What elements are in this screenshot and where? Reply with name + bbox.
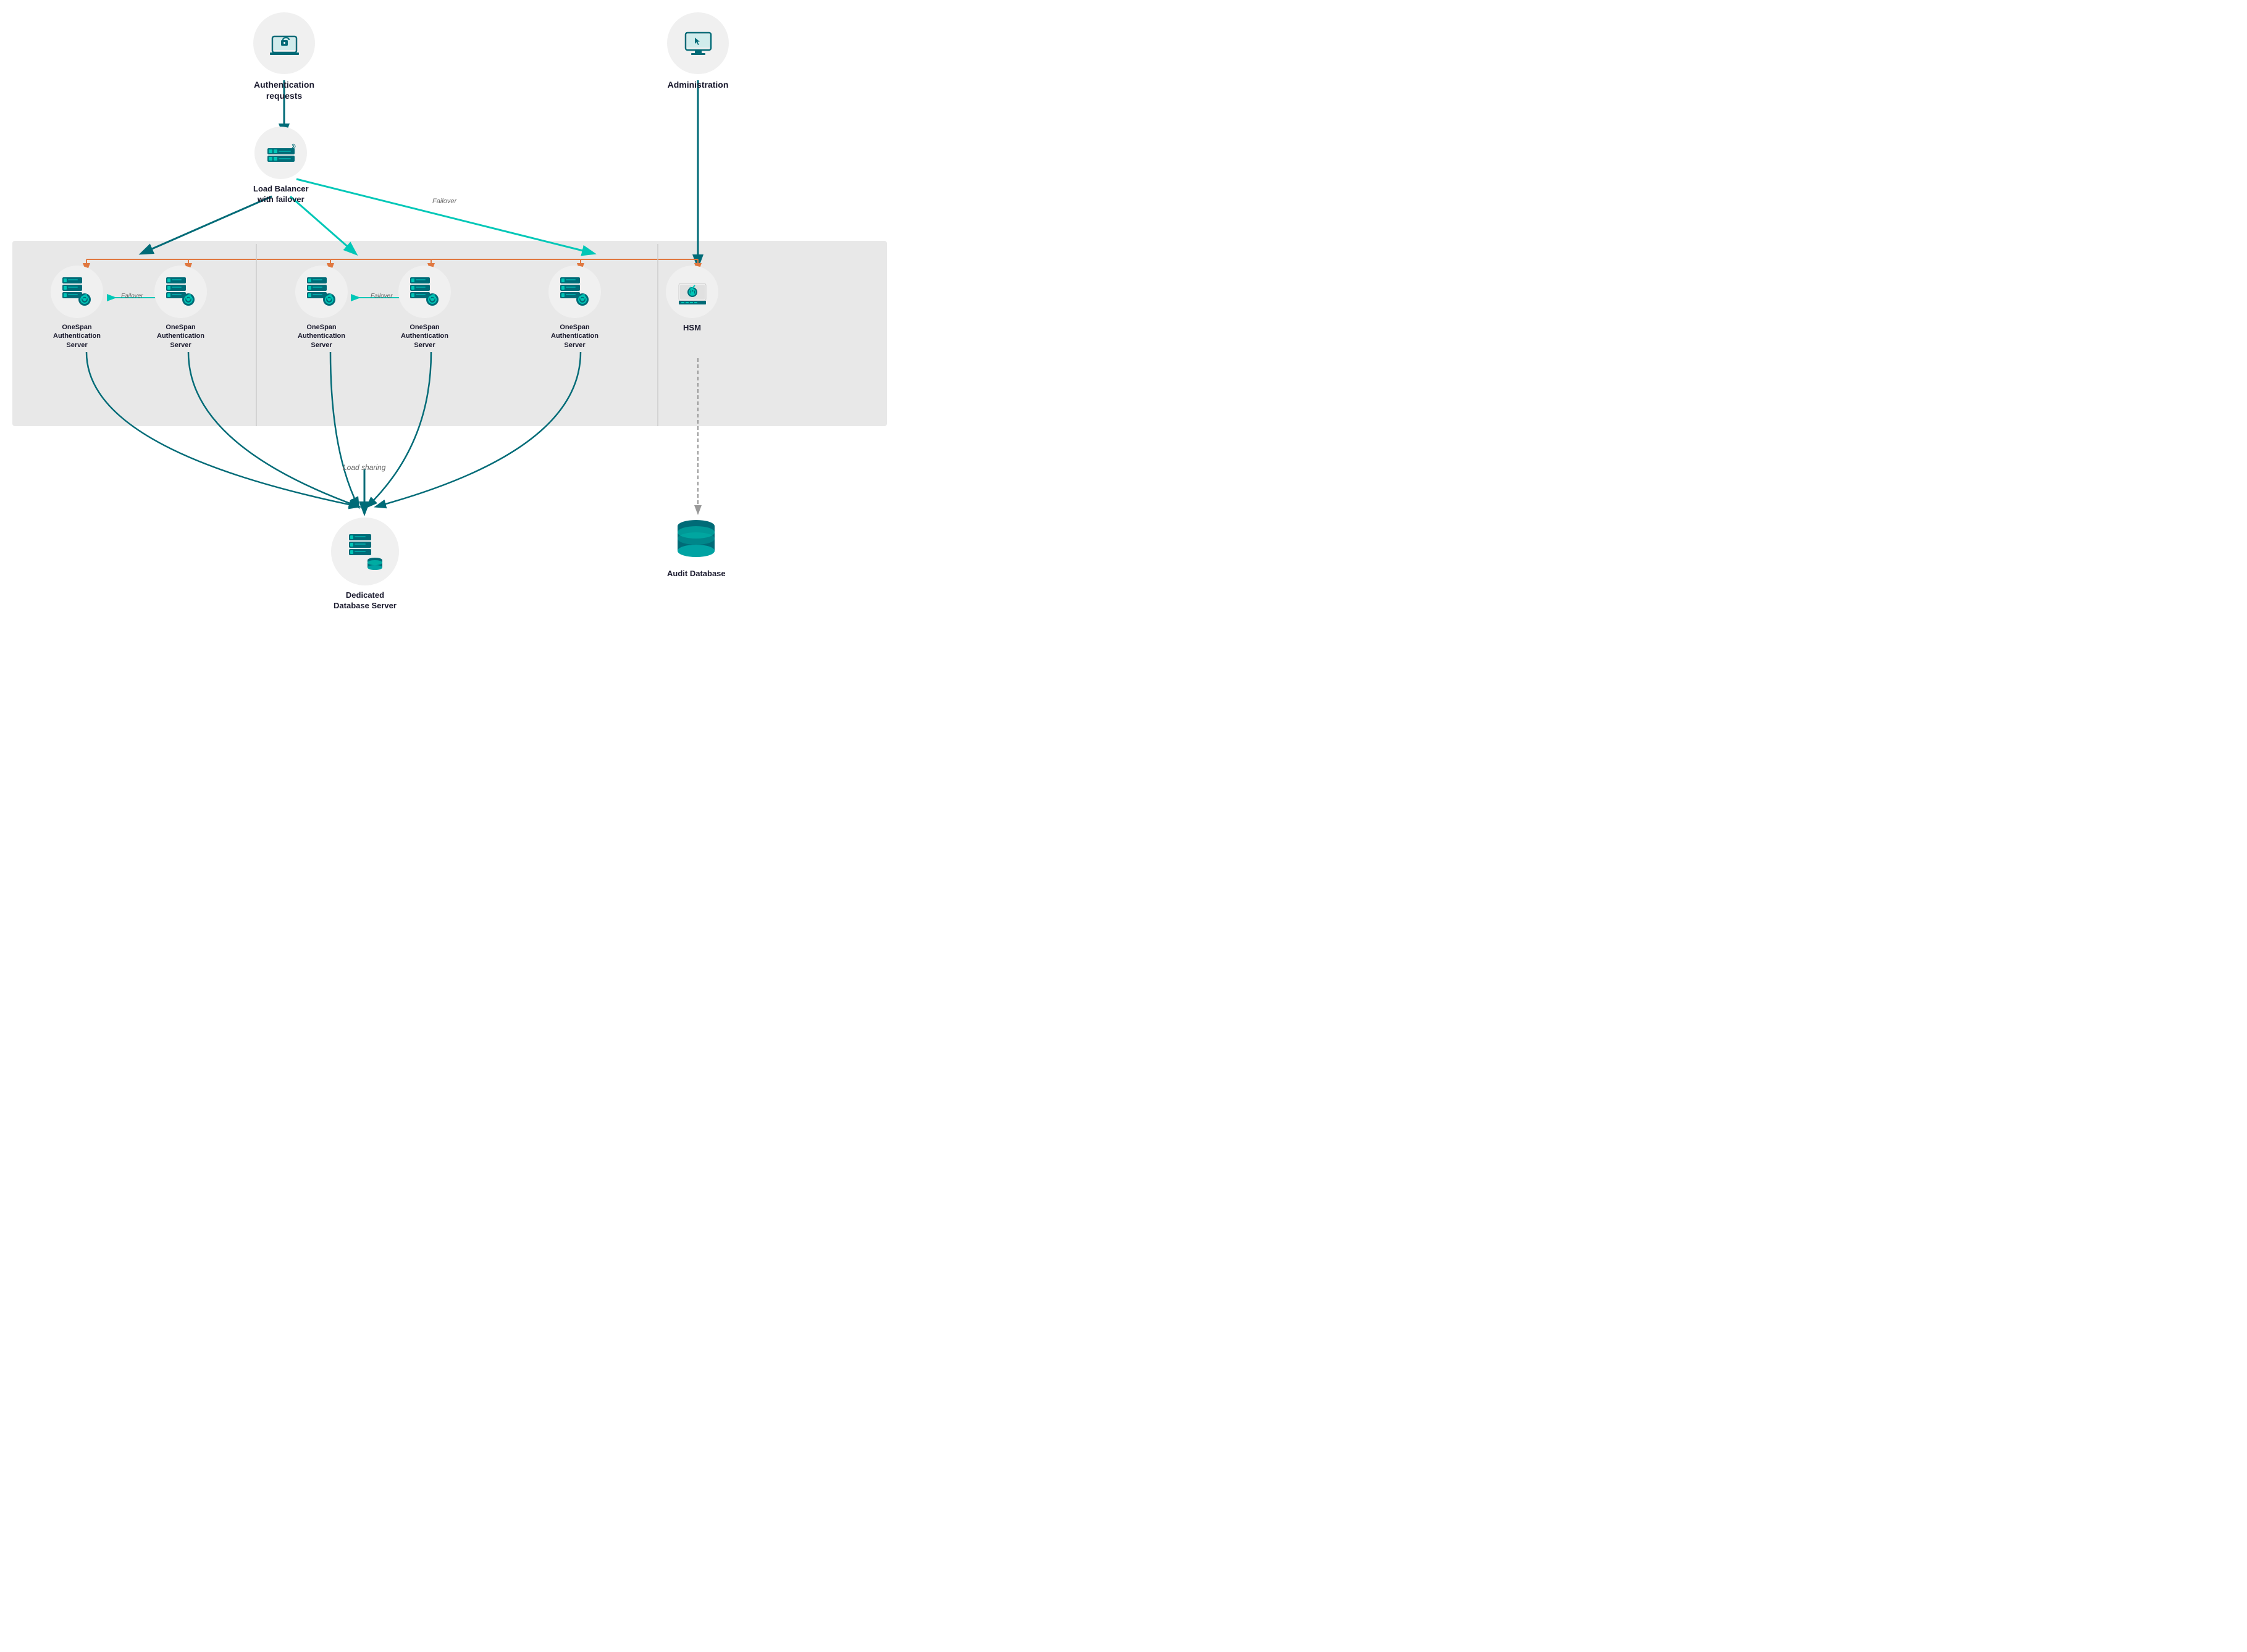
auth-requests-circle	[253, 12, 315, 74]
load-sharing-label: Load sharing	[343, 463, 385, 472]
audit-db-label: Audit Database	[667, 569, 726, 579]
server4-label: OneSpanAuthenticationServer	[401, 323, 448, 350]
server1-label: OneSpanAuthenticationServer	[53, 323, 101, 350]
failover-diagonal-label: Failover	[432, 198, 456, 205]
database-circle	[331, 518, 399, 585]
auth-server4-icon	[409, 277, 441, 307]
failover-s3s4-label: Failover	[371, 293, 393, 300]
server2-circle	[154, 266, 207, 318]
load-balancer-label: Load Balancerwith failover	[253, 184, 309, 205]
hsm-label: HSM	[683, 323, 701, 333]
load-balancer-circle	[254, 127, 307, 179]
administration-circle	[667, 12, 729, 74]
server3-node: OneSpanAuthenticationServer	[295, 266, 348, 350]
auth-server3-icon	[306, 277, 338, 307]
database-label: DedicatedDatabase Server	[334, 590, 397, 611]
server2-node: OneSpanAuthenticationServer	[154, 266, 207, 350]
audit-db-icon	[670, 518, 723, 564]
server1-circle	[51, 266, 103, 318]
laptop-lock-icon	[267, 27, 301, 61]
database-icon	[346, 533, 384, 570]
auth-server2-icon	[165, 277, 197, 307]
load-balancer-node: Load Balancerwith failover	[253, 127, 309, 205]
auth-server-icon	[61, 277, 93, 307]
server5-label: OneSpanAuthenticationServer	[551, 323, 598, 350]
failover-s1s2-label: Failover	[121, 293, 143, 300]
server2-label: OneSpanAuthenticationServer	[157, 323, 204, 350]
server3-circle	[295, 266, 348, 318]
monitor-icon	[681, 27, 715, 61]
server4-node: OneSpanAuthenticationServer	[398, 266, 451, 350]
auth-requests-label: Authentication requests	[254, 79, 314, 101]
server5-circle	[548, 266, 601, 318]
server3-label: OneSpanAuthenticationServer	[298, 323, 345, 350]
administration-label: Administration	[668, 79, 729, 90]
administration-node: Administration	[667, 12, 729, 90]
server5-node: OneSpanAuthenticationServer	[548, 266, 601, 350]
diagram-container: Authentication requests Administration	[0, 0, 899, 661]
auth-requests-node: Authentication requests	[253, 12, 315, 101]
database-node: DedicatedDatabase Server	[331, 518, 399, 611]
server4-circle	[398, 266, 451, 318]
server1-node: OneSpanAuthenticationServer	[51, 266, 103, 350]
auth-server5-icon	[559, 277, 591, 307]
hsm-circle	[666, 266, 718, 318]
hsm-node: HSM	[666, 266, 718, 333]
load-balancer-icon	[266, 143, 296, 163]
audit-db-node: Audit Database	[667, 518, 726, 579]
hsm-icon	[676, 279, 708, 306]
audit-db-icon-container	[670, 518, 723, 564]
